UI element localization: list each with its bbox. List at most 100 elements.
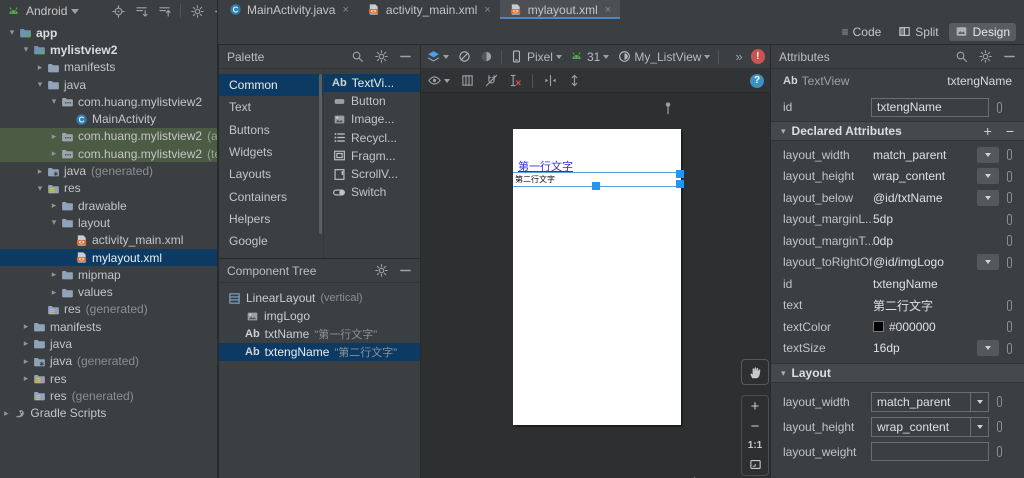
tab-mainactivity-java[interactable]: C MainActivity.java × — [219, 0, 358, 19]
chevron-right-icon[interactable]: ▸ — [34, 62, 46, 73]
design-variant-icon[interactable] — [457, 50, 471, 64]
issue-badge[interactable]: ! — [750, 49, 765, 64]
selection-handle-right-bottom[interactable] — [676, 180, 684, 188]
tree-item-values[interactable]: ▸ values — [0, 283, 217, 300]
chevron-down-icon[interactable]: ▾ — [20, 44, 32, 55]
settings-icon[interactable] — [190, 4, 204, 18]
attribute-value[interactable]: wrap_content — [873, 169, 977, 183]
layout_height-combobox[interactable]: wrap_content — [871, 416, 989, 437]
attribute-value[interactable]: @id/imgLogo — [873, 255, 977, 269]
attribute-value[interactable]: 16dp — [873, 341, 977, 355]
palette-component-scrollv[interactable]: ScrollV... — [324, 165, 420, 183]
collapse-all-icon[interactable] — [157, 4, 171, 18]
dropdown-button[interactable] — [977, 189, 999, 206]
tree-item-res[interactable]: ▾ res — [0, 180, 217, 197]
resource-picker-icon[interactable] — [997, 446, 1002, 457]
palette-component-recycl[interactable]: Recycl... — [324, 129, 420, 147]
chevron-right-icon[interactable]: ▸ — [34, 166, 46, 177]
tree-item-manifests[interactable]: ▸ manifests — [0, 318, 217, 335]
zoom-out-button[interactable]: − — [751, 419, 760, 434]
component-tree-item-txtname[interactable]: Ab txtName "第一行文字" — [219, 325, 420, 343]
zoom-to-fit-icon[interactable] — [748, 457, 762, 471]
chevron-down-icon[interactable]: ▾ — [6, 27, 18, 38]
close-tab-icon[interactable]: × — [342, 4, 348, 16]
gear-icon[interactable] — [374, 50, 388, 64]
chevron-right-icon[interactable]: ▸ — [20, 321, 32, 332]
tree-item-manifests[interactable]: ▸ manifests — [0, 59, 217, 76]
design-surface[interactable]: 第一行文字 第二行文字 + − 1:1 — [421, 93, 770, 478]
declared-attributes-header[interactable]: ▾ Declared Attributes + − — [771, 121, 1024, 141]
remove-attribute-button[interactable]: − — [1006, 123, 1014, 139]
tree-item-java[interactable]: ▸ java (generated) — [0, 162, 217, 179]
design-view-button[interactable]: Design — [948, 22, 1016, 41]
layers-menu[interactable] — [426, 50, 449, 64]
align-horizontal-icon[interactable] — [543, 74, 557, 88]
chevron-down-icon[interactable]: ▾ — [34, 183, 46, 194]
component-tree-item-txtengname[interactable]: Ab txtengName "第二行文字" — [219, 343, 420, 361]
attribute-value[interactable]: match_parent — [873, 148, 977, 162]
component-tree-item-imglogo[interactable]: imgLogo — [219, 307, 420, 325]
help-icon[interactable]: ? — [750, 73, 764, 88]
selected-textview-txtengName[interactable]: 第二行文字 — [513, 170, 684, 190]
chevron-right-icon[interactable]: ▸ — [48, 287, 60, 298]
tree-item-mipmap[interactable]: ▸ mipmap — [0, 266, 217, 283]
tree-item-mylistview2[interactable]: ▾ mylistview2 — [0, 41, 217, 58]
locate-icon[interactable] — [111, 4, 125, 18]
zoom-in-button[interactable]: + — [751, 399, 760, 414]
palette-component-fragm[interactable]: Fragm... — [324, 147, 420, 165]
tree-item-mainactivity[interactable]: C MainActivity — [0, 110, 217, 127]
resource-picker-icon[interactable] — [1007, 235, 1012, 247]
resource-picker-icon[interactable] — [997, 421, 1002, 432]
dropdown-button[interactable] — [977, 254, 999, 271]
selection-handle-bottom-center[interactable] — [592, 182, 600, 190]
chevron-down-icon[interactable] — [970, 392, 988, 411]
tree-item-res[interactable]: res (generated) — [0, 301, 217, 318]
tree-item-java[interactable]: ▾ java — [0, 76, 217, 93]
gear-icon[interactable] — [374, 264, 388, 278]
hide-panel-icon[interactable] — [1002, 50, 1016, 64]
autoconnect-off-icon[interactable] — [484, 74, 498, 88]
tab-activity-main-xml[interactable]: <> activity_main.xml × — [358, 0, 500, 19]
tree-item-java[interactable]: ▸ java — [0, 335, 217, 352]
layout_weight-input[interactable] — [871, 442, 989, 461]
split-view-button[interactable]: Split — [891, 23, 944, 41]
tree-item-activity-main-xml[interactable]: <> activity_main.xml — [0, 232, 217, 249]
chevron-right-icon[interactable]: ▸ — [0, 408, 12, 419]
chevron-right-icon[interactable]: ▸ — [48, 148, 60, 159]
chevron-right-icon[interactable]: ▸ — [20, 338, 32, 349]
tree-item-drawable[interactable]: ▸ drawable — [0, 197, 217, 214]
layout_width-combobox[interactable]: match_parent — [871, 391, 989, 412]
chevron-right-icon[interactable]: ▸ — [48, 131, 60, 142]
resource-picker-icon[interactable] — [1007, 299, 1012, 311]
hide-panel-icon[interactable] — [213, 4, 217, 18]
resource-picker-icon[interactable] — [1007, 321, 1012, 333]
resource-picker-icon[interactable] — [1007, 192, 1012, 204]
night-mode-icon[interactable] — [479, 50, 493, 64]
selection-handle-right-top[interactable] — [676, 170, 684, 178]
clear-constraints-icon[interactable] — [508, 74, 522, 88]
resource-picker-icon[interactable] — [997, 101, 1002, 113]
chevron-right-icon[interactable]: ▸ — [20, 373, 32, 384]
resource-picker-icon[interactable] — [997, 396, 1002, 407]
component-tree-item-linearlayout[interactable]: LinearLayout (vertical) — [219, 289, 420, 307]
tree-item-com-huang-mylistview2[interactable]: ▸ com.huang.mylistview2 (test) — [0, 145, 217, 163]
palette-category-text[interactable]: Text — [219, 96, 323, 118]
attribute-value[interactable]: #000000 — [873, 320, 977, 334]
chevron-right-icon[interactable]: ▸ — [20, 356, 32, 367]
tab-mylayout-xml[interactable]: <> mylayout.xml × — [499, 0, 621, 19]
palette-category-buttons[interactable]: Buttons — [219, 119, 323, 141]
resource-picker-icon[interactable] — [1007, 342, 1012, 354]
id-input[interactable]: txtengName — [871, 97, 989, 117]
tree-item-layout[interactable]: ▾ layout — [0, 214, 217, 231]
dropdown-button[interactable] — [977, 340, 999, 357]
gear-icon[interactable] — [978, 50, 992, 64]
resource-picker-icon[interactable] — [1007, 170, 1012, 182]
chevron-down-icon[interactable] — [970, 417, 988, 436]
add-attribute-button[interactable]: + — [984, 123, 992, 139]
palette-category-helpers[interactable]: Helpers — [219, 208, 323, 230]
palette-category-containers[interactable]: Containers — [219, 185, 323, 207]
palette-component-textvi[interactable]: Ab TextVi... — [324, 74, 420, 93]
close-tab-icon[interactable]: × — [484, 4, 490, 16]
tree-item-mylayout-xml[interactable]: <> mylayout.xml — [0, 248, 217, 267]
palette-component-switch[interactable]: Switch — [324, 183, 420, 201]
